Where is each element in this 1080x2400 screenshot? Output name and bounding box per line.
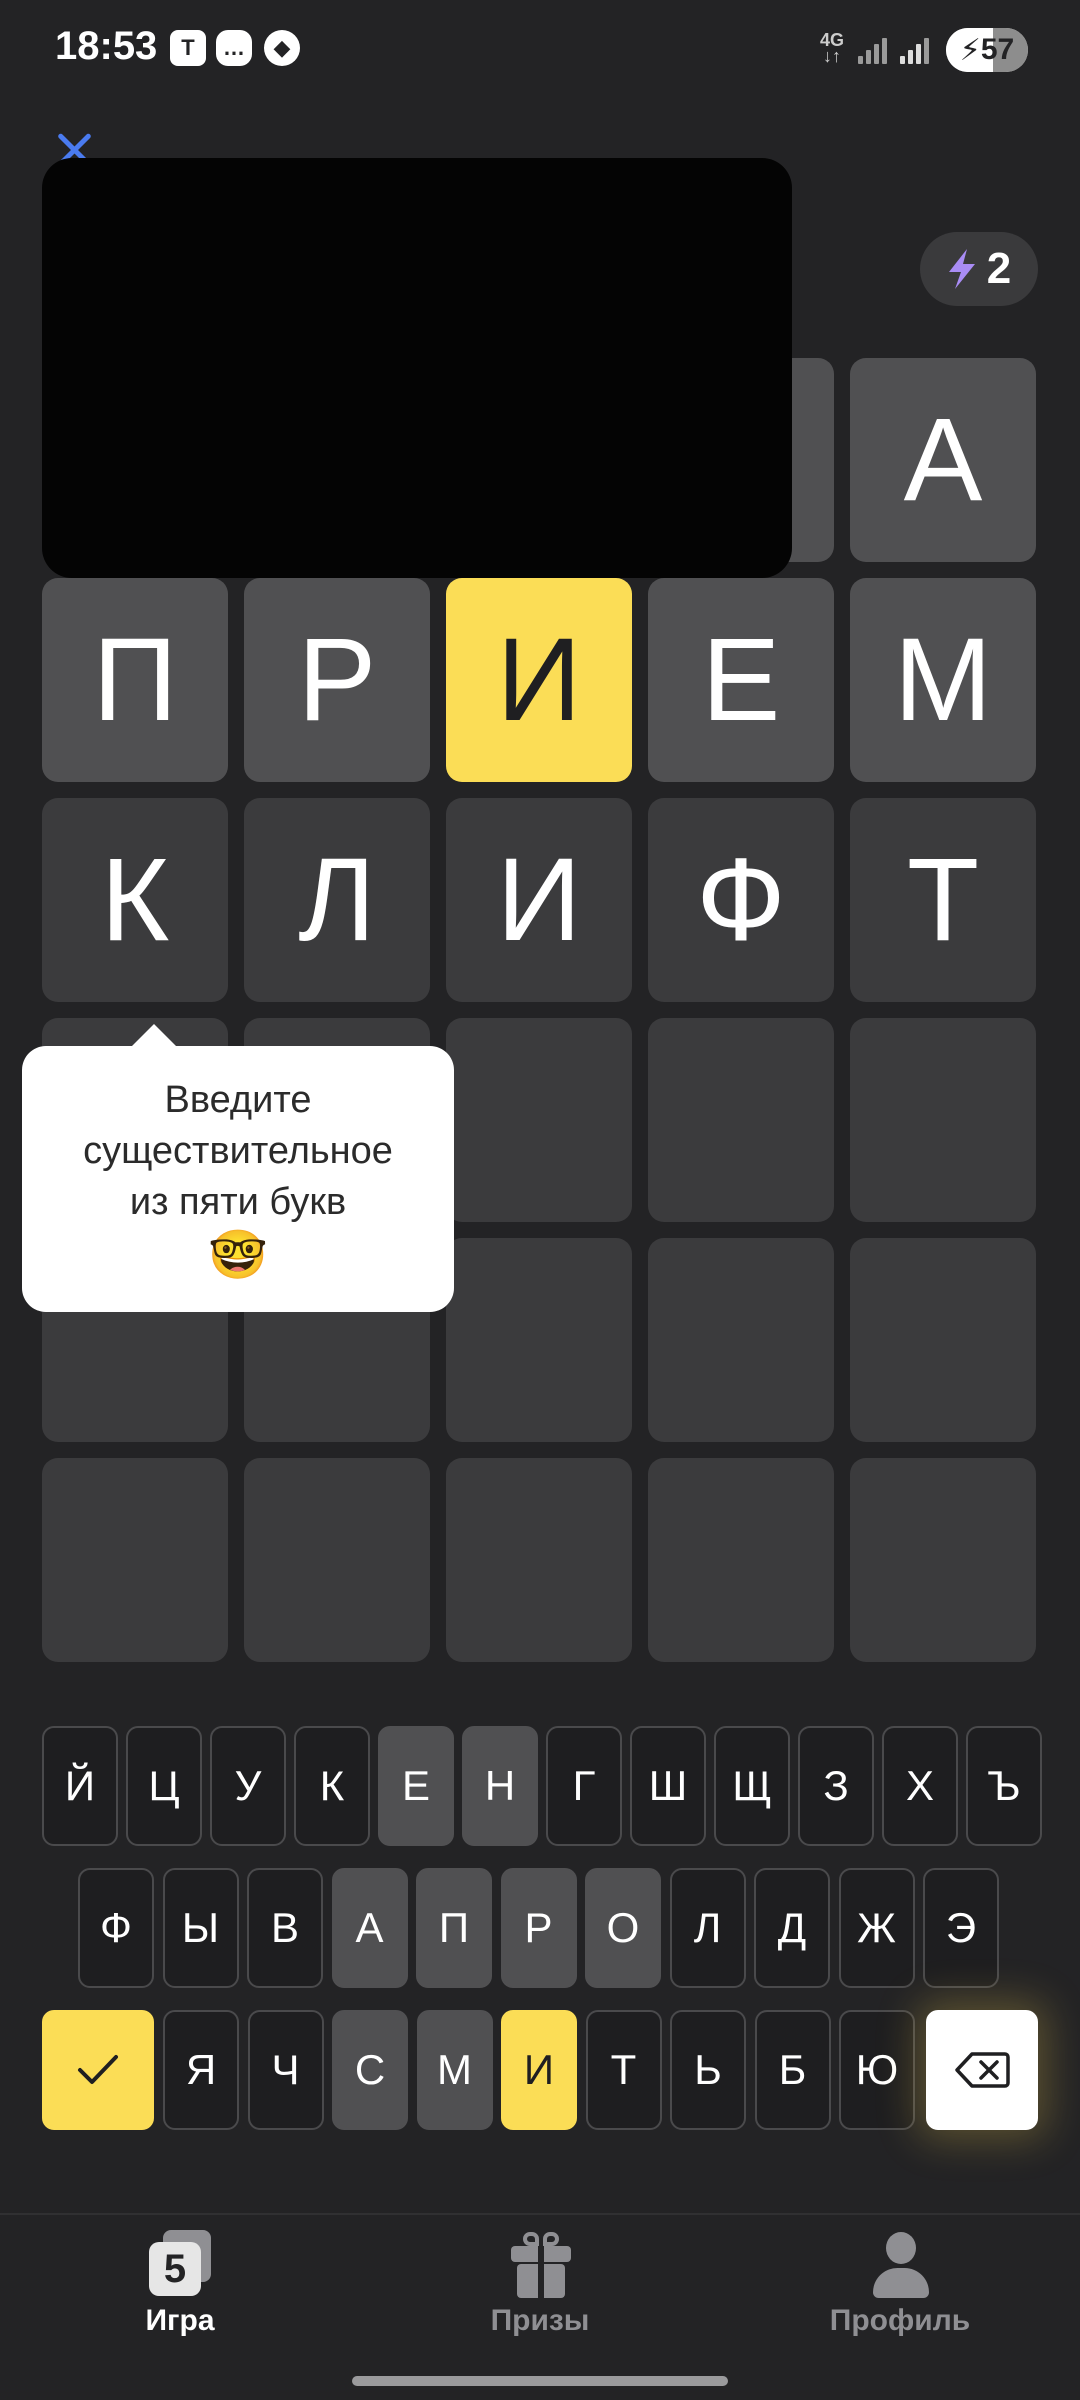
grid-cell: И [446, 798, 632, 1002]
nav-game[interactable]: 5 Игра [60, 2230, 300, 2350]
keyboard-row-3: ЯЧСМИТЬБЮ [0, 2010, 1080, 2130]
key[interactable]: М [416, 2010, 493, 2130]
grid-cell [446, 1238, 632, 1442]
backspace-icon [955, 2052, 1010, 2088]
grid-cell: Л [244, 798, 430, 1002]
key[interactable]: Ж [838, 1868, 915, 1988]
game-icon: 5 [145, 2230, 215, 2300]
key[interactable]: В [247, 1868, 323, 1988]
battery-icon: ⚡ 57 [946, 28, 1028, 72]
gift-icon [505, 2230, 575, 2300]
status-time: 18:53 [55, 24, 158, 68]
nerd-face-icon: 🤓 [208, 1228, 268, 1282]
grid-cell: Р [244, 578, 430, 782]
grid-cell [648, 1458, 834, 1662]
key[interactable]: Ф [78, 1868, 154, 1988]
energy-count: 2 [986, 244, 1012, 293]
key[interactable]: О [585, 1868, 661, 1988]
nav-profile-label: Профиль [829, 2304, 971, 2337]
key[interactable]: С [332, 2010, 408, 2130]
key[interactable]: Я [163, 2010, 239, 2130]
grid-cell: А [850, 358, 1036, 562]
grid-cell: Т [850, 798, 1036, 1002]
energy-counter[interactable]: 2 [920, 232, 1038, 306]
tooltip-line-1: Введите [164, 1078, 312, 1121]
grid-cell [648, 1238, 834, 1442]
signal-icon [858, 34, 890, 64]
nav-game-label: Игра [145, 2304, 215, 2337]
key[interactable]: Ь [670, 2010, 746, 2130]
key[interactable]: Л [669, 1868, 746, 1988]
battery-level: 57 [980, 33, 1015, 66]
key[interactable]: Ю [839, 2010, 915, 2130]
grid-cell: Ф [648, 798, 834, 1002]
grid-cell: Е [648, 578, 834, 782]
status-bar: 18:53 T … ◆ 4G ↓↑ ⚡ 57 [0, 0, 1080, 100]
network-4g-icon: 4G ↓↑ [820, 30, 845, 66]
key[interactable]: Р [500, 1868, 577, 1988]
key[interactable]: У [210, 1726, 286, 1846]
grid-cell [850, 1238, 1036, 1442]
grid-cell [446, 1018, 632, 1222]
key[interactable]: Ы [162, 1868, 239, 1988]
enter-key[interactable] [42, 2010, 154, 2130]
key[interactable]: Ъ [966, 1726, 1042, 1846]
key[interactable]: А [331, 1868, 408, 1988]
key[interactable]: З [798, 1726, 874, 1846]
key[interactable]: Э [923, 1868, 999, 1988]
key[interactable]: И [501, 2010, 577, 2130]
message-icon: … [216, 30, 252, 66]
lightning-icon [948, 249, 975, 289]
grid-cell [446, 1458, 632, 1662]
grid-cell [42, 1458, 228, 1662]
key[interactable]: Ч [247, 2010, 324, 2130]
nav-divider [0, 2213, 1080, 2215]
tooltip-line-2: существительное [83, 1129, 393, 1172]
grid-cell [850, 1458, 1036, 1662]
checkmark-icon [78, 2055, 118, 2084]
key[interactable]: Е [378, 1726, 454, 1846]
grid-cell: К [42, 798, 228, 1002]
grid-cell [244, 1458, 430, 1662]
key[interactable]: Т [585, 2010, 662, 2130]
grid-cell: П [42, 578, 228, 782]
key[interactable]: Щ [714, 1726, 790, 1846]
key[interactable]: П [416, 1868, 492, 1988]
navigation-icon: ◆ [264, 30, 300, 66]
key[interactable]: Г [546, 1726, 622, 1846]
nav-prizes[interactable]: Призы [420, 2230, 660, 2350]
grid-cell [648, 1018, 834, 1222]
signal-icon-2 [900, 34, 932, 64]
tinkoff-icon: T [170, 30, 206, 66]
grid-cell: М [850, 578, 1036, 782]
key[interactable]: Х [882, 1726, 958, 1846]
home-indicator[interactable] [352, 2376, 728, 2386]
key[interactable]: Й [42, 1726, 118, 1846]
key[interactable]: Д [754, 1868, 830, 1988]
nav-profile[interactable]: Профиль [780, 2230, 1020, 2350]
grid-cell [850, 1018, 1036, 1222]
video-overlay [42, 158, 792, 578]
grid-cell: И [446, 578, 632, 782]
profile-icon [865, 2230, 935, 2300]
keyboard-row-2: ФЫВАПРОЛДЖЭ [0, 1868, 1080, 1988]
hint-tooltip: Введите существительное из пяти букв 🤓 [22, 1024, 454, 1312]
key[interactable]: К [294, 1726, 370, 1846]
key[interactable]: Ц [126, 1726, 202, 1846]
key[interactable]: Н [462, 1726, 538, 1846]
key[interactable]: Ш [630, 1726, 706, 1846]
keyboard-row-1: ЙЦУКЕНГШЩЗХЪ [0, 1726, 1080, 1846]
backspace-key[interactable] [926, 2010, 1038, 2130]
tooltip-line-3: из пяти букв [129, 1180, 347, 1223]
key[interactable]: Б [754, 2010, 831, 2130]
nav-prizes-label: Призы [490, 2304, 590, 2337]
charging-icon: ⚡ [959, 33, 981, 67]
